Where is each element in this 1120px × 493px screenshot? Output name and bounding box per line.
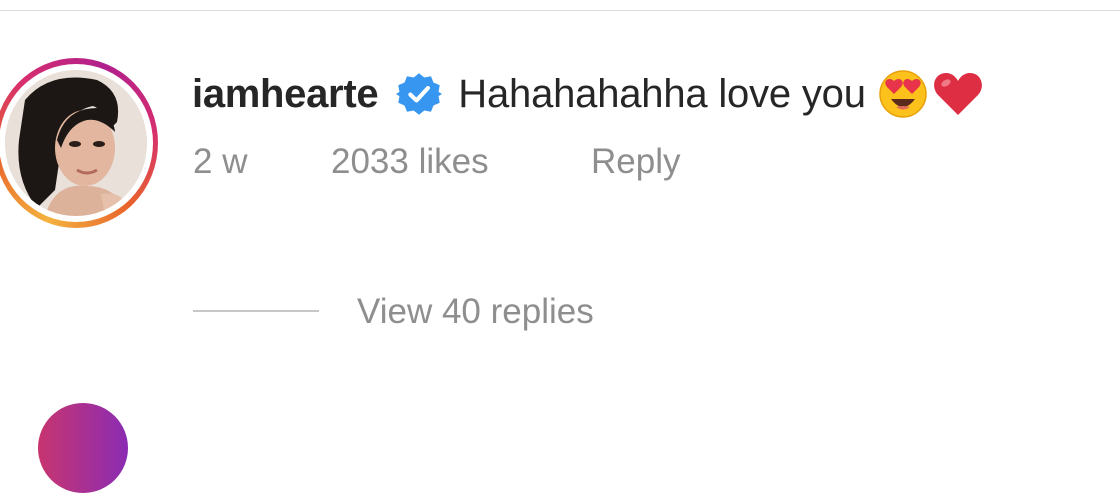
heart-eyes-emoji-icon: [878, 69, 928, 119]
comment-time[interactable]: 2 w: [193, 142, 247, 182]
comment-text: Hahahahahha love you: [458, 71, 866, 116]
next-comment-avatar[interactable]: [38, 403, 128, 493]
view-replies-button[interactable]: View 40 replies: [357, 292, 594, 332]
username-link[interactable]: iamhearte: [192, 72, 379, 117]
comment-meta: 2 w 2033 likes Reply: [0, 142, 1120, 186]
comment-line: iamhearte Hahahahahha love you: [192, 62, 984, 126]
top-divider: [0, 10, 1120, 11]
likes-count[interactable]: 2033 likes: [331, 142, 489, 182]
reply-button[interactable]: Reply: [591, 142, 680, 182]
verified-badge-icon: [396, 71, 443, 117]
red-heart-emoji-icon: [932, 69, 984, 119]
replies-divider: [193, 310, 319, 312]
